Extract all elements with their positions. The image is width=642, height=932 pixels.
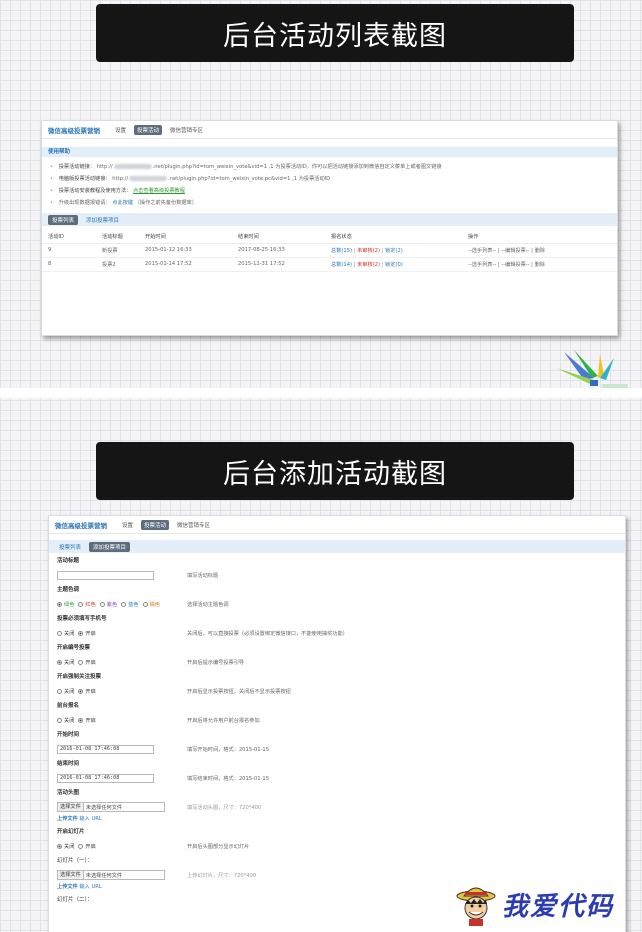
field-label: 活动头图 bbox=[57, 790, 80, 796]
activity-title-input[interactable] bbox=[57, 570, 154, 580]
radio-purple[interactable]: 紫色 bbox=[99, 601, 117, 608]
radio-off[interactable]: 关闭 bbox=[57, 659, 74, 666]
radio-on[interactable]: 开启 bbox=[78, 630, 96, 637]
row-ops-links[interactable]: --选手列表-- | --编辑投票-- | 删除 bbox=[462, 243, 617, 258]
slide1-file-input[interactable]: 选择文件 未选择任何文件 bbox=[57, 870, 165, 880]
field-label: 前台报名 bbox=[57, 703, 80, 709]
upload-file-link[interactable]: 上传文件 bbox=[57, 884, 78, 890]
help-line-vote-link: • 投票活动链接： http://.net/plugin.php?id=tom_… bbox=[50, 164, 442, 170]
activity-table: 活动ID 活动标题 开始时间 结束时间 报名状态 操作 9 新投票 2015-0… bbox=[42, 230, 617, 272]
table-header-row: 活动ID 活动标题 开始时间 结束时间 报名状态 操作 bbox=[42, 230, 617, 244]
top-nav: 微信高级投票营销 设置 投票活动 微信营销专区 bbox=[49, 516, 625, 534]
radio-orange[interactable]: 橘色 bbox=[142, 601, 160, 608]
add-tabbar: 投票列表 添加投票项目 bbox=[49, 540, 625, 553]
field-label: 开启幻灯片 bbox=[57, 829, 85, 835]
tab-vote-list[interactable]: 投票列表 bbox=[48, 214, 79, 225]
top-nav: 微信高级投票营销 设置 投票活动 微信营销专区 bbox=[42, 121, 617, 139]
decorative-logo-icon bbox=[556, 350, 628, 390]
bullet-icon: • bbox=[50, 188, 54, 194]
radio-on[interactable]: 开启 bbox=[78, 843, 96, 850]
col-ops: 操作 bbox=[462, 230, 617, 244]
nav-marketing-zone[interactable]: 微信营销专区 bbox=[167, 125, 206, 135]
radio-red[interactable]: 红色 bbox=[78, 601, 96, 608]
tab-add-vote[interactable]: 添加投票项目 bbox=[89, 541, 131, 552]
field-label: 开启编号投票 bbox=[57, 645, 91, 651]
straw-hat-mascot-icon bbox=[456, 887, 496, 926]
input-url-link[interactable]: 输入 URL bbox=[79, 816, 101, 822]
nav-vote-activity[interactable]: 投票活动 bbox=[134, 124, 163, 135]
col-id: 活动ID bbox=[42, 230, 96, 244]
field-label: 结束时间 bbox=[57, 761, 80, 767]
field-label: 开始时间 bbox=[57, 732, 80, 738]
blurred-domain bbox=[113, 164, 152, 169]
radio-off[interactable]: 关闭 bbox=[57, 630, 74, 637]
banner-add: 后台添加活动截图 bbox=[96, 442, 574, 500]
upgrade-link[interactable]: 点此按键 bbox=[112, 200, 133, 206]
radio-green[interactable]: 绿色 bbox=[57, 601, 74, 608]
radio-on[interactable]: 开启 bbox=[78, 717, 96, 724]
radio-off[interactable]: 关闭 bbox=[57, 688, 74, 695]
radio-on[interactable]: 开启 bbox=[78, 688, 96, 695]
radio-off[interactable]: 关闭 bbox=[57, 717, 74, 724]
col-start: 开始时间 bbox=[139, 230, 232, 244]
head-image-file-input[interactable]: 选择文件 未选择任何文件 bbox=[57, 802, 165, 812]
activity-list-panel: 微信高级投票营销 设置 投票活动 微信营销专区 使用帮助 • 投票活动链接： h… bbox=[41, 120, 618, 336]
field-label: 开启强制关注投票 bbox=[57, 674, 102, 680]
field-label: 幻灯片（一）： bbox=[57, 858, 93, 864]
help-line-tutorial: • 投票活动安装教程及使用方法： 点击查看高级投票教程 bbox=[50, 188, 185, 194]
tab-vote-list[interactable]: 投票列表 bbox=[55, 542, 85, 552]
field-label: 活动标题 bbox=[57, 558, 80, 564]
watermark-text: 我爱代码 bbox=[502, 891, 615, 922]
blurred-domain bbox=[129, 176, 168, 181]
start-time-input[interactable]: 2016-01-08 17:46:08 bbox=[57, 744, 154, 754]
banner-list: 后台活动列表截图 bbox=[96, 4, 574, 62]
screenshot-section-list: 后台活动列表截图 微信高级投票营销 设置 投票活动 微信营销专区 使用帮助 • … bbox=[10, 0, 632, 390]
status-locked-link[interactable]: 锁定(0) bbox=[385, 262, 403, 268]
help-list: • 投票活动链接： http://.net/plugin.php?id=tom_… bbox=[42, 157, 617, 209]
radio-on[interactable]: 开启 bbox=[78, 659, 96, 666]
status-all-link[interactable]: 总数(14) bbox=[331, 262, 352, 268]
status-locked-link[interactable]: 锁定(2) bbox=[385, 248, 403, 254]
tutorial-link[interactable]: 点击查看高级投票教程 bbox=[133, 188, 185, 194]
col-end: 结束时间 bbox=[232, 230, 325, 244]
nav-settings[interactable]: 设置 bbox=[112, 125, 129, 135]
list-tabbar: 投票列表 添加投票项目 bbox=[42, 213, 617, 226]
status-pending-link[interactable]: 未审核(2) bbox=[357, 248, 380, 254]
end-time-input[interactable]: 2016-01-08 17:46:08 bbox=[57, 773, 154, 783]
watermark: 我爱代码 bbox=[456, 880, 636, 928]
col-title: 活动标题 bbox=[96, 230, 139, 244]
radio-blue[interactable]: 蓝色 bbox=[121, 601, 139, 608]
bullet-icon: • bbox=[50, 164, 54, 170]
field-label: 主题色调 bbox=[57, 587, 80, 593]
nav-vote-activity[interactable]: 投票活动 bbox=[141, 519, 170, 530]
help-line-pc-link: • 电脑版投票活动链接： http://.net/plugin.php?id=t… bbox=[50, 176, 331, 182]
add-activity-panel: 微信高级投票营销 设置 投票活动 微信营销专区 投票列表 添加投票项目 活动标题… bbox=[48, 515, 626, 932]
tab-add-vote[interactable]: 添加投票项目 bbox=[82, 215, 123, 225]
bullet-icon: • bbox=[50, 176, 54, 182]
nav-settings[interactable]: 设置 bbox=[119, 520, 136, 530]
app-title[interactable]: 微信高级投票营销 bbox=[55, 520, 107, 530]
radio-off[interactable]: 关闭 bbox=[57, 843, 74, 850]
table-row: 9 新投票 2015-01-12 16:33 2017-08-25 16:33 … bbox=[42, 243, 617, 258]
row-ops-links[interactable]: --选手列表-- | --编辑投票-- | 删除 bbox=[462, 257, 617, 272]
screenshot-section-add: 后台添加活动截图 微信高级投票营销 设置 投票活动 微信营销专区 投票列表 添加… bbox=[10, 398, 632, 932]
section-separator bbox=[0, 388, 642, 398]
status-all-link[interactable]: 总数(15) bbox=[331, 248, 352, 254]
help-header: 使用帮助 bbox=[42, 147, 617, 157]
nav-marketing-zone[interactable]: 微信营销专区 bbox=[174, 520, 213, 530]
status-pending-link[interactable]: 未审核(2) bbox=[357, 262, 380, 268]
upload-file-link[interactable]: 上传文件 bbox=[57, 816, 78, 822]
app-title[interactable]: 微信高级投票营销 bbox=[48, 125, 100, 135]
field-label: 投票必须填写手机号 bbox=[57, 616, 107, 622]
theme-color-radios: 绿色 红色 紫色 蓝色 橘色 bbox=[57, 601, 187, 608]
bullet-icon: • bbox=[50, 200, 54, 206]
help-line-upgrade: • 升级出现数据报错请： 点此按键 （操作之前先备份数据库） bbox=[50, 200, 197, 206]
add-activity-form: 活动标题 填写活动标题 主题色调 绿色 红色 紫色 蓝色 橘色 选择活动主题色调… bbox=[49, 555, 625, 907]
table-row: 8 投票2 2015-01-14 17:52 2015-12-31 17:52 … bbox=[42, 257, 617, 272]
col-status: 报名状态 bbox=[325, 230, 462, 244]
input-url-link[interactable]: 输入 URL bbox=[79, 884, 101, 890]
